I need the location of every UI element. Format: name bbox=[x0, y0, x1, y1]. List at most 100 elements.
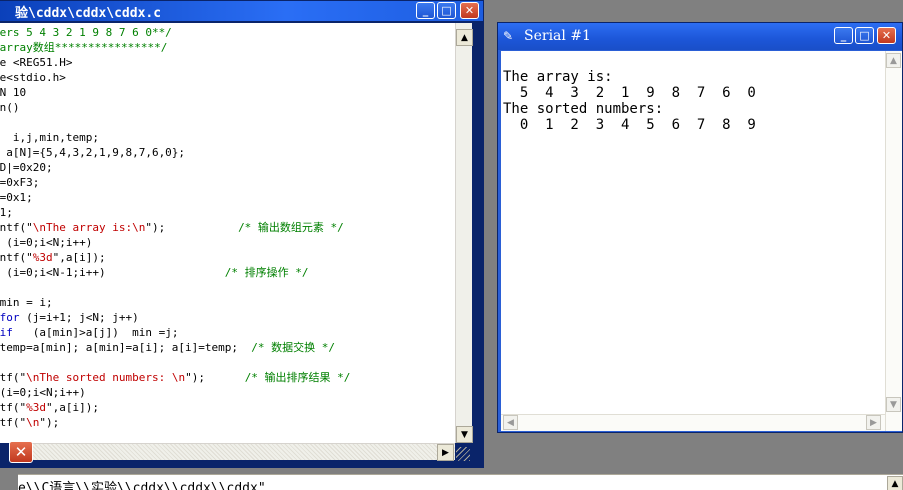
code-token: %3d bbox=[32, 251, 53, 264]
down-arrow-icon: ▼ bbox=[461, 429, 468, 440]
code-token: (i=0;i<N-1;i++) bbox=[6, 266, 225, 279]
maximize-icon: □ bbox=[441, 4, 452, 17]
code-token: \nThe sorted numbers: \n bbox=[26, 371, 186, 384]
code-line[interactable]: 1=0x1; bbox=[0, 190, 455, 205]
serial-titlebar[interactable]: ✎ Serial #1 _ □ ✕ bbox=[498, 23, 902, 50]
minimize-icon: _ bbox=[422, 4, 429, 17]
code-token: OD|=0x20; bbox=[0, 161, 53, 174]
code-token: le<stdio.h> bbox=[0, 71, 66, 84]
code-line[interactable]: t i,j,min,temp; bbox=[0, 130, 455, 145]
close-icon: ✕ bbox=[881, 29, 892, 42]
code-line[interactable] bbox=[0, 115, 455, 130]
code-line[interactable]: temp=a[min]; a[min]=a[i]; a[i]=temp; /* … bbox=[0, 340, 455, 355]
code-line[interactable]: r (i=0;i<N-1;i++) /* 排序操作 */ bbox=[0, 265, 455, 280]
code-line[interactable]: bers 5 4 3 2 1 9 8 7 6 0**/ bbox=[0, 25, 455, 40]
code-token: "); bbox=[145, 221, 239, 234]
code-token: ntf(" bbox=[0, 371, 27, 384]
serial-line: The array is: bbox=[503, 69, 613, 85]
code-line[interactable]: r (i=0;i<N;i++) bbox=[0, 235, 455, 250]
code-line[interactable]: *array数组****************/ bbox=[0, 40, 455, 55]
code-token: (i=0;i<N;i++) bbox=[6, 236, 93, 249]
code-token: \nThe array is:\n bbox=[32, 221, 146, 234]
code-token: "); bbox=[185, 371, 245, 384]
resize-grip[interactable] bbox=[456, 447, 470, 461]
code-line[interactable]: in() bbox=[0, 100, 455, 115]
maximize-button[interactable]: □ bbox=[437, 2, 456, 19]
serial-close-button[interactable]: ✕ bbox=[877, 27, 896, 44]
up-arrow-icon: ▲ bbox=[891, 478, 899, 489]
editor-vertical-scrollbar[interactable]: ▲ ▼ bbox=[455, 23, 473, 443]
scroll-down-button[interactable]: ▼ bbox=[456, 426, 473, 443]
close-icon: ✕ bbox=[14, 443, 28, 461]
close-button[interactable]: ✕ bbox=[460, 2, 479, 19]
editor-titlebar[interactable]: 验\cddx\cddx\cddx.c _ □ ✕ bbox=[0, 1, 483, 21]
down-arrow-icon: ▼ bbox=[890, 399, 897, 410]
code-token: le <REG51.H> bbox=[0, 56, 73, 69]
code-line[interactable]: if (a[min]>a[j]) min =j; bbox=[0, 325, 455, 340]
code-token: (j=i+1; j<N; j++) bbox=[26, 311, 139, 324]
code-token: /* 输出数组元素 */ bbox=[238, 221, 344, 234]
up-arrow-icon: ▲ bbox=[461, 32, 468, 43]
code-line[interactable]: ntf("%3d",a[i]); bbox=[0, 400, 455, 415]
code-token: (i=0;i<N;i++) bbox=[0, 386, 86, 399]
code-token: ntf(" bbox=[0, 401, 27, 414]
code-line[interactable]: ntf("\n"); bbox=[0, 415, 455, 430]
code-token: "); bbox=[39, 416, 60, 429]
code-line[interactable]: 1=0xF3; bbox=[0, 175, 455, 190]
serial-scroll-down-button[interactable]: ▼ bbox=[886, 397, 901, 412]
code-line[interactable]: N 10 bbox=[0, 85, 455, 100]
code-line[interactable]: for (j=i+1; j<N; j++) bbox=[0, 310, 455, 325]
code-token: %3d bbox=[26, 401, 46, 414]
code-line[interactable]: intf("\nThe array is:\n"); /* 输出数组元素 */ bbox=[0, 220, 455, 235]
maximize-icon: □ bbox=[859, 29, 870, 42]
serial-scroll-right-button[interactable]: ▶ bbox=[866, 415, 881, 430]
serial-maximize-button[interactable]: □ bbox=[855, 27, 874, 44]
code-token: intf(" bbox=[0, 251, 33, 264]
code-editor[interactable]: bers 5 4 3 2 1 9 8 7 6 0**/ *array数组*****… bbox=[0, 23, 455, 443]
code-line[interactable] bbox=[0, 355, 455, 370]
serial-line: 0 1 2 3 4 5 6 7 8 9 bbox=[503, 117, 756, 133]
code-line[interactable]: min = i; bbox=[0, 295, 455, 310]
output-scroll-up-button[interactable]: ▲ bbox=[887, 476, 903, 490]
scroll-right-button[interactable]: ▶ bbox=[437, 444, 454, 461]
code-token: /* 排序操作 */ bbox=[224, 266, 309, 279]
editor-horizontal-scrollbar[interactable]: ▶ bbox=[33, 443, 455, 461]
code-line[interactable]: t a[N]={5,4,3,2,1,9,8,7,6,0}; bbox=[0, 145, 455, 160]
code-line[interactable]: intf("%3d",a[i]); bbox=[0, 250, 455, 265]
code-token: in() bbox=[0, 101, 20, 114]
editor-title: 验\cddx\cddx\cddx.c bbox=[15, 6, 162, 21]
serial-line: The sorted numbers: bbox=[503, 101, 664, 117]
serial-vertical-scrollbar[interactable]: ▲ ▼ bbox=[885, 51, 902, 431]
close-document-button[interactable]: ✕ bbox=[9, 441, 33, 463]
serial-output-text: The array is: 5 4 3 2 1 9 8 7 6 0 The sor… bbox=[501, 51, 885, 133]
code-token: 1=0xF3; bbox=[0, 176, 40, 189]
right-arrow-icon: ▶ bbox=[870, 417, 877, 428]
code-line[interactable]: (i=0;i<N;i++) bbox=[0, 385, 455, 400]
code-token: \n bbox=[26, 416, 40, 429]
serial-minimize-button[interactable]: _ bbox=[834, 27, 853, 44]
code-token: bers 5 4 3 2 1 9 8 7 6 0**/ bbox=[0, 26, 172, 39]
code-token: for bbox=[0, 311, 20, 324]
code-line[interactable] bbox=[0, 280, 455, 295]
code-token: N 10 bbox=[0, 86, 27, 99]
serial-line: 5 4 3 2 1 9 8 7 6 0 bbox=[503, 85, 756, 101]
minimize-button[interactable]: _ bbox=[416, 2, 435, 19]
scroll-up-button[interactable]: ▲ bbox=[456, 29, 473, 46]
code-text[interactable]: bers 5 4 3 2 1 9 8 7 6 0**/ *array数组*****… bbox=[0, 23, 455, 430]
code-line[interactable]: le <REG51.H> bbox=[0, 55, 455, 70]
serial-scroll-up-button[interactable]: ▲ bbox=[886, 53, 901, 68]
serial-port-icon: ✎ bbox=[503, 29, 514, 43]
code-line[interactable]: ntf("\nThe sorted numbers: \n"); /* 输出排序… bbox=[0, 370, 455, 385]
code-line[interactable]: =1; bbox=[0, 205, 455, 220]
serial-scroll-left-button[interactable]: ◀ bbox=[503, 415, 518, 430]
serial-output[interactable]: The array is: 5 4 3 2 1 9 8 7 6 0 The sor… bbox=[501, 51, 885, 431]
code-line[interactable]: OD|=0x20; bbox=[0, 160, 455, 175]
left-arrow-icon: ◀ bbox=[507, 417, 514, 428]
code-line[interactable]: le<stdio.h> bbox=[0, 70, 455, 85]
code-token: /* 数据交换 */ bbox=[251, 341, 336, 354]
code-token: 1=0x1; bbox=[0, 191, 33, 204]
code-token: intf(" bbox=[0, 221, 33, 234]
build-output-panel: e\\C语言\\实验\\cddx\\cddx\\cddx" ▲ bbox=[18, 474, 903, 490]
editor-window: 验\cddx\cddx\cddx.c _ □ ✕ bers 5 4 3 2 1 … bbox=[0, 0, 484, 468]
serial-horizontal-scrollbar[interactable]: ◀ ▶ bbox=[501, 414, 885, 431]
